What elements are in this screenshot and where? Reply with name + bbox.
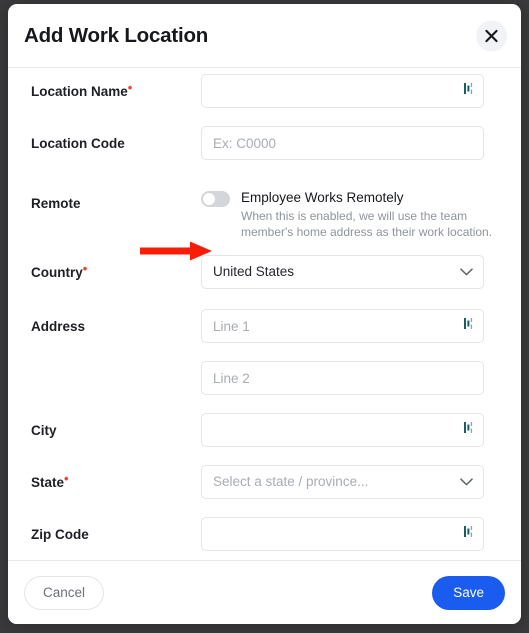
remote-toggle-title: Employee Works Remotely xyxy=(241,190,404,205)
field-row-address-line2 xyxy=(23,355,506,407)
required-marker: • xyxy=(82,261,88,276)
location-name-input[interactable] xyxy=(201,74,484,108)
field-row-location-name: Location Name• xyxy=(23,68,506,120)
close-button[interactable] xyxy=(476,20,507,51)
remote-toggle-description: When this is enabled, we will use the te… xyxy=(241,209,493,239)
location-code-input[interactable] xyxy=(201,126,484,160)
state-select-wrap: Select a state / province... xyxy=(201,465,484,499)
location-name-input-wrap xyxy=(201,74,484,108)
zip-code-input[interactable] xyxy=(201,517,484,551)
remote-toggle[interactable] xyxy=(201,191,230,207)
label-location-code: Location Code xyxy=(31,136,125,151)
required-marker: • xyxy=(127,80,133,95)
label-city: City xyxy=(31,423,57,438)
address-line2-input[interactable] xyxy=(201,361,484,395)
address-line1-input[interactable] xyxy=(201,309,484,343)
label-remote: Remote xyxy=(31,196,81,211)
city-input[interactable] xyxy=(201,413,484,447)
field-row-country: Country• United States xyxy=(23,240,506,303)
cancel-button[interactable]: Cancel xyxy=(24,575,105,610)
label-address: Address xyxy=(31,319,86,334)
label-location-name: Location Name• xyxy=(31,80,133,99)
page-title: Add Work Location xyxy=(24,23,209,47)
zip-code-input-wrap xyxy=(201,517,484,551)
country-select-wrap: United States xyxy=(201,255,484,289)
state-select[interactable]: Select a state / province... xyxy=(201,465,484,499)
city-input-wrap xyxy=(201,413,484,447)
country-select[interactable]: United States xyxy=(201,255,484,289)
required-marker: • xyxy=(64,471,69,486)
address-line1-input-wrap xyxy=(201,309,484,343)
label-country: Country• xyxy=(31,261,88,280)
field-row-location-code: Location Code xyxy=(23,120,506,172)
save-button[interactable]: Save xyxy=(432,575,505,610)
label-state: State• xyxy=(31,471,69,490)
remote-toggle-row: Employee Works Remotely When this is ena… xyxy=(201,178,506,240)
modal-header: Add Work Location xyxy=(8,4,521,68)
modal-scroll-body[interactable]: Location Name• Location Code Ex: C0000 R… xyxy=(8,68,521,560)
field-row-remote: Remote Employee Works Remotely When this… xyxy=(23,172,506,240)
label-zip-code: Zip Code xyxy=(31,527,89,542)
close-icon xyxy=(484,28,499,43)
address-line2-input-wrap xyxy=(201,361,484,395)
field-row-state: State• Select a state / province... xyxy=(23,459,506,511)
work-location-form: Location Name• Location Code Ex: C0000 R… xyxy=(8,68,521,560)
field-row-city: City xyxy=(23,407,506,459)
field-row-address: Address xyxy=(23,303,506,355)
field-row-zip-code: Zip Code xyxy=(23,511,506,560)
remote-toggle-knob xyxy=(203,193,215,205)
add-work-location-modal: Add Work Location Location Name• Locatio… xyxy=(8,4,521,624)
location-code-input-wrap xyxy=(201,126,484,160)
modal-footer: Cancel Save xyxy=(8,560,521,624)
